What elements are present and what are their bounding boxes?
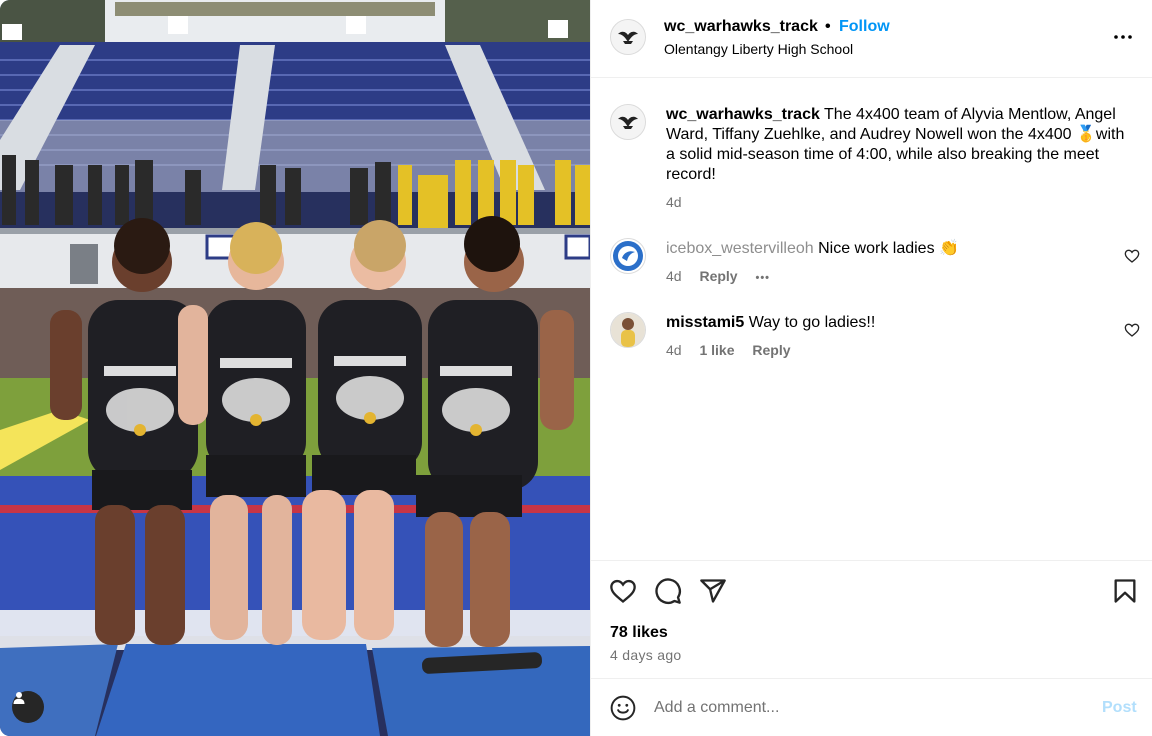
comment-time[interactable]: 4d [666,268,682,284]
emoji-smile-icon[interactable] [610,695,636,721]
likes-count[interactable]: 78 likes [610,624,668,642]
author-username[interactable]: wc_warhawks_track [664,18,818,36]
photo-illustration [0,0,590,736]
caption-author-avatar[interactable] [610,104,646,140]
comment-text-block: misstami5 Way to go ladies!! [666,313,1136,333]
comment-text: Way to go ladies!! [748,314,876,331]
more-options-icon[interactable] [1113,27,1133,47]
tagged-users-button[interactable] [12,691,44,723]
comment-time[interactable]: 4d [666,342,682,358]
person-icon [13,692,25,704]
caption-username[interactable]: wc_warhawks_track [666,106,820,123]
comment-username[interactable]: icebox_westervilleoh [666,240,814,257]
post-timestamp[interactable]: 4 days ago [610,647,682,663]
comment-more-button[interactable]: ••• [755,272,770,284]
comment-text-block: icebox_westervilleoh Nice work ladies 👏 [666,239,1136,259]
profile-photo-icon [611,313,645,347]
share-send-icon[interactable] [699,577,727,605]
follow-button[interactable]: Follow [839,18,890,36]
comment-meta: 4d Reply ••• [666,268,784,284]
post-location[interactable]: Olentangy Liberty High School [664,41,853,57]
caption-time[interactable]: 4d [666,194,682,210]
separator-dot: • [825,18,831,35]
author-avatar[interactable] [610,19,646,55]
post-header: wc_warhawks_track • Follow Olentangy Lib… [591,0,1152,78]
caption-meta: 4d [666,194,696,210]
comment-meta: 4d 1 like Reply [666,342,805,358]
comment-input[interactable] [654,696,1084,720]
icebox-logo-icon [613,241,643,271]
warhawk-logo-icon [611,20,645,54]
instagram-post-dialog: wc_warhawks_track • Follow Olentangy Lib… [0,0,1152,736]
commenter-avatar[interactable] [610,312,646,348]
reply-button[interactable]: Reply [699,268,737,284]
comment-bubble-icon[interactable] [654,577,682,605]
like-comment-heart-icon[interactable] [1124,248,1140,264]
reply-button[interactable]: Reply [752,342,790,358]
like-comment-heart-icon[interactable] [1124,322,1140,338]
comment-username[interactable]: misstami5 [666,314,744,331]
save-bookmark-icon[interactable] [1111,577,1139,605]
comments-section[interactable]: wc_warhawks_track The 4x400 team of Alyv… [591,78,1152,560]
caption-text-block: wc_warhawks_track The 4x400 team of Alyv… [666,105,1136,185]
like-heart-icon[interactable] [609,577,637,605]
comment-text: Nice work ladies 👏 [818,240,959,257]
add-comment-bar: Post [591,678,1152,736]
post-comment-button[interactable]: Post [1102,699,1137,717]
warhawk-logo-icon [611,105,645,139]
commenter-avatar[interactable] [610,238,646,274]
post-photo[interactable] [0,0,590,736]
comment-likes-count[interactable]: 1 like [699,342,734,358]
post-side-panel: wc_warhawks_track • Follow Olentangy Lib… [590,0,1152,736]
post-actions: 78 likes 4 days ago [591,560,1152,678]
